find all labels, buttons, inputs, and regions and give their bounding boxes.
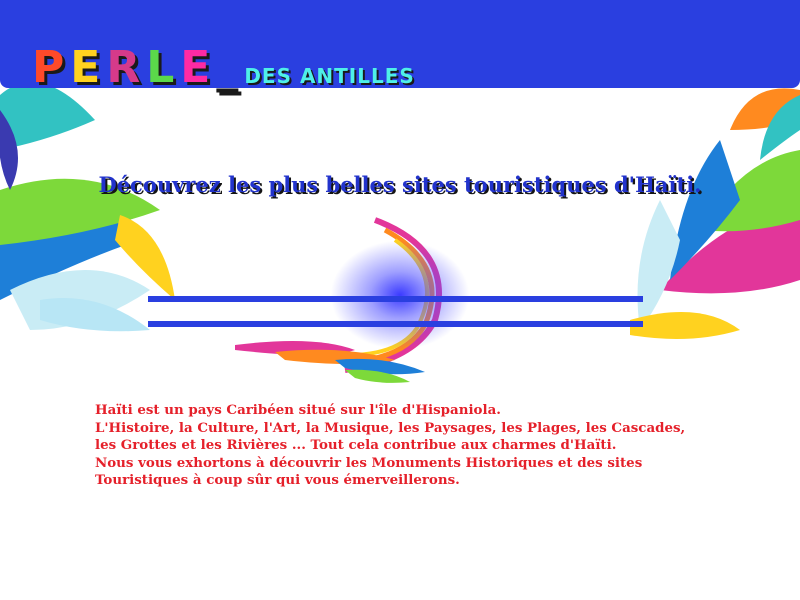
intro-line: Haïti est un pays Caribéen situé sur l'î… [95, 402, 501, 418]
logo-letter: _ [216, 42, 245, 93]
logo-letter: P [32, 42, 71, 93]
logo-letter: E [70, 42, 107, 93]
intro-line: Touristiques à coup sûr qui vous émervei… [95, 472, 460, 488]
intro-text: Haïti est un pays Caribéen situé sur l'î… [95, 402, 755, 490]
intro-line: L'Histoire, la Culture, l'Art, la Musiqu… [95, 419, 686, 436]
logo-main-text: PERLE_ [32, 46, 244, 90]
intro-line: les Grottes et les Rivières ... Tout cel… [95, 437, 617, 453]
logo-sub-text: DES ANTILLES [244, 64, 415, 88]
blue-glow [330, 240, 470, 350]
logo-letter: E [180, 42, 217, 93]
logo-letter: R [106, 42, 147, 93]
intro-line: Nous vous exhortons à découvrir les Monu… [95, 454, 643, 471]
hero-headline: Découvrez les plus belles sites touristi… [98, 172, 702, 197]
logo-letter: L [146, 42, 181, 93]
header-banner: PERLE_ DES ANTILLES [0, 0, 800, 90]
divider-bar-top [148, 296, 643, 302]
site-logo[interactable]: PERLE_ DES ANTILLES [32, 46, 415, 90]
divider-bar-bottom [148, 321, 643, 327]
